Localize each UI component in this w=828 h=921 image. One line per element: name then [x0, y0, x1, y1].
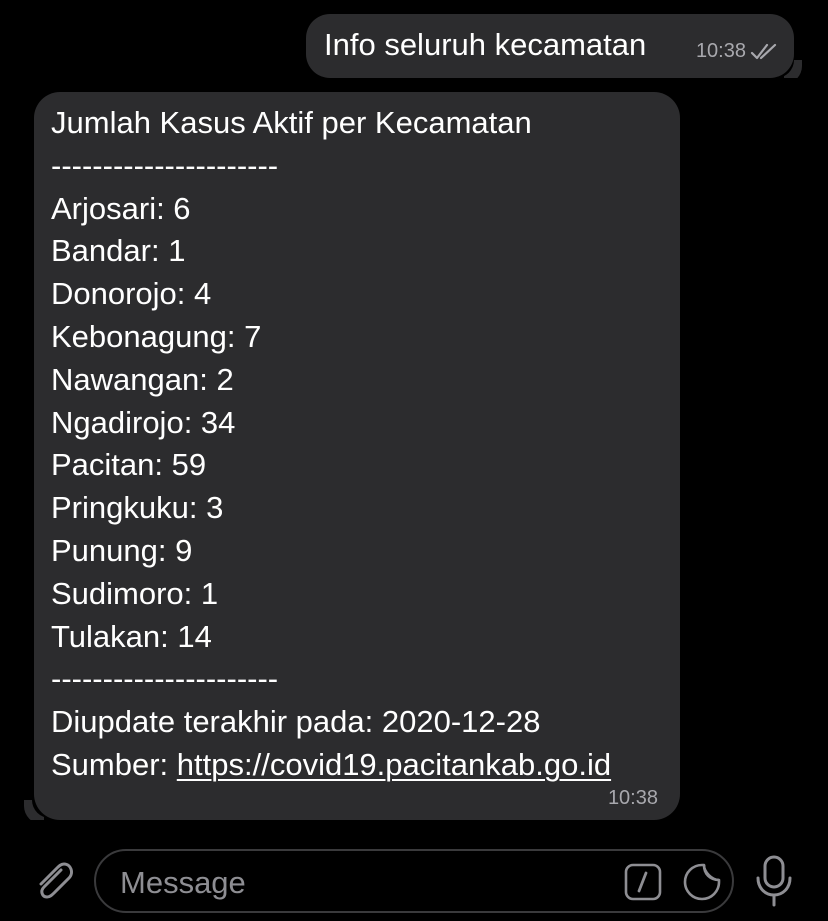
message-divider: ----------------------: [51, 661, 279, 697]
district-count: Punung: 9: [51, 532, 193, 568]
last-updated: Diupdate terakhir pada: 2020-12-28: [51, 704, 541, 740]
outgoing-message-text: Info seluruh kecamatan: [324, 27, 647, 62]
incoming-message[interactable]: Jumlah Kasus Aktif per Kecamatan -------…: [34, 92, 680, 820]
district-count: Arjosari: 6: [51, 190, 191, 226]
outgoing-message-time: 10:38: [695, 40, 746, 62]
district-count: Bandar: 1: [51, 233, 186, 269]
bubble-tail: [784, 60, 802, 78]
district-count: Pacitan: 59: [51, 447, 207, 483]
district-count: Nawangan: 2: [51, 361, 234, 397]
paperclip-icon[interactable]: [28, 856, 78, 906]
district-count: Kebonagung: 7: [51, 318, 262, 354]
message-divider: ----------------------: [51, 147, 279, 183]
incoming-message-body: Jumlah Kasus Aktif per Kecamatan -------…: [51, 102, 611, 787]
bubble-tail: [24, 800, 44, 820]
slash-command-icon[interactable]: [624, 863, 662, 901]
district-count: Pringkuku: 3: [51, 490, 224, 526]
message-input[interactable]: Message: [94, 849, 734, 913]
district-count: Sudimoro: 1: [51, 575, 219, 611]
source-link[interactable]: https://covid19.pacitankab.go.id: [177, 747, 611, 782]
message-placeholder: Message: [120, 865, 246, 900]
double-check-icon: [750, 43, 777, 59]
microphone-icon[interactable]: [752, 854, 796, 908]
district-count: Tulakan: 14: [51, 618, 212, 654]
outgoing-message-meta: 10:38: [696, 40, 778, 63]
source-label: Sumber:: [51, 746, 177, 782]
incoming-message-time: 10:38: [607, 787, 658, 809]
outgoing-message[interactable]: Info seluruh kecamatan 10:38: [306, 14, 794, 78]
district-count: Donorojo: 4: [51, 276, 212, 312]
chat-screen: Info seluruh kecamatan 10:38 Jumlah Kasu…: [0, 0, 828, 921]
sticker-icon[interactable]: [682, 862, 722, 902]
message-title: Jumlah Kasus Aktif per Kecamatan: [51, 105, 532, 140]
district-count: Ngadirojo: 34: [51, 404, 236, 440]
source-line: Sumber: https://covid19.pacitankab.go.id: [51, 744, 611, 787]
